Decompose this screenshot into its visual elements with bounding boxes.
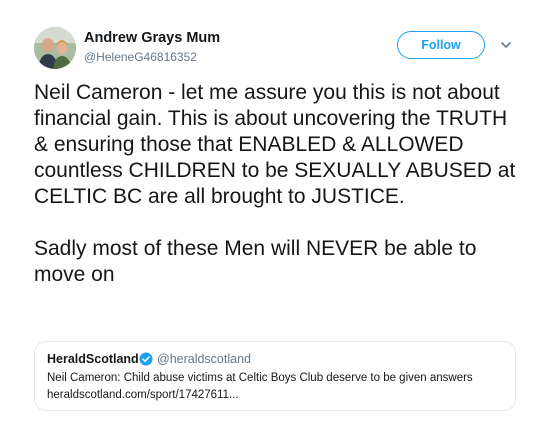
- quoted-headline: Neil Cameron: Child abuse victims at Cel…: [47, 372, 473, 384]
- quoted-author-handle: @heraldscotland: [157, 352, 251, 366]
- chevron-down-icon[interactable]: [499, 38, 513, 52]
- follow-button[interactable]: Follow: [397, 31, 485, 59]
- quoted-author-name: HeraldScotland: [47, 352, 139, 366]
- tweet-card: Andrew Grays Mum @HeleneG46816352 Follow…: [0, 0, 538, 438]
- author-handle[interactable]: @HeleneG46816352: [84, 50, 197, 64]
- quoted-link[interactable]: heraldscotland.com/sport/17427611...: [47, 389, 239, 401]
- profile-photo-icon: [34, 27, 76, 69]
- quoted-tweet-card[interactable]: HeraldScotland @heraldscotland Neil Came…: [34, 341, 516, 411]
- tweet-paragraph: Neil Cameron - let me assure you this is…: [34, 81, 516, 208]
- tweet-text: Neil Cameron - let me assure you this is…: [34, 80, 524, 288]
- verified-badge-icon: [139, 352, 153, 366]
- author-display-name[interactable]: Andrew Grays Mum: [84, 30, 220, 46]
- avatar[interactable]: [34, 27, 76, 69]
- tweet-paragraph: Sadly most of these Men will NEVER be ab…: [34, 237, 477, 286]
